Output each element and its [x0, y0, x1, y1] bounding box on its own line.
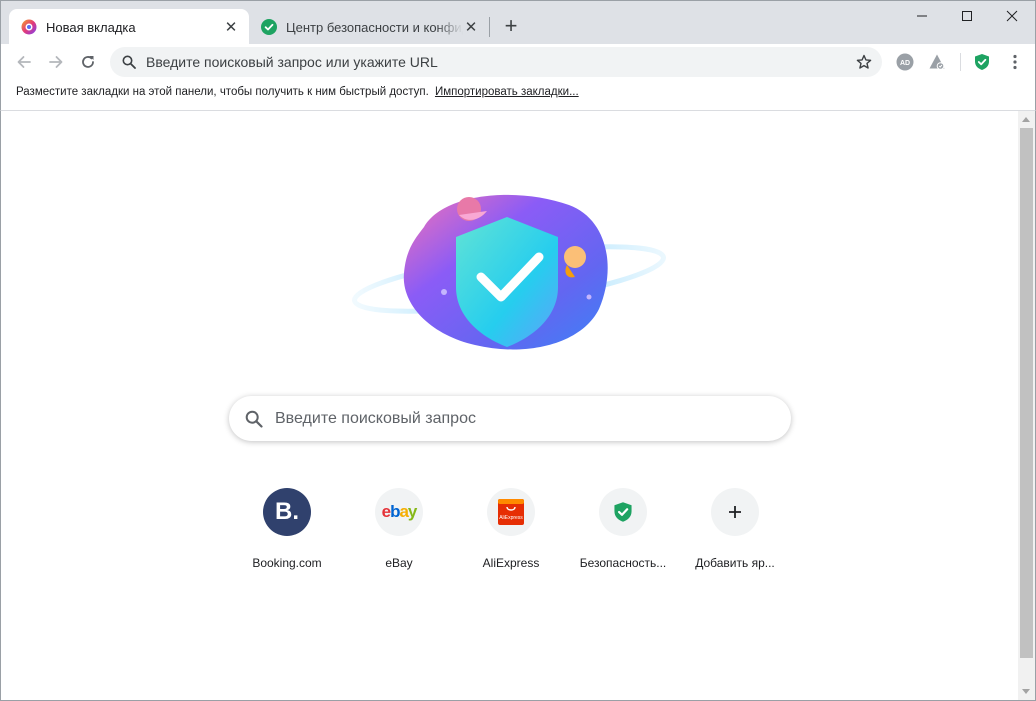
- security-shield-icon: [975, 54, 989, 70]
- scroll-down-icon[interactable]: [1022, 689, 1030, 694]
- adblock-extension-button[interactable]: AD: [894, 51, 916, 73]
- bookmarks-bar: Разместите закладки на этой панели, чтоб…: [0, 80, 1036, 111]
- shortcut-booking[interactable]: B. Booking.com: [231, 488, 343, 578]
- shortcut-label: Добавить яр...: [695, 556, 775, 570]
- privacy-extension-button[interactable]: [926, 51, 948, 73]
- bookmarks-bar-message: Разместите закладки на этой панели, чтоб…: [16, 86, 429, 98]
- new-tab-page: Введите поисковый запрос B. Booking.com …: [0, 111, 1036, 701]
- star-icon[interactable]: [856, 54, 872, 70]
- security-illustration: [351, 194, 667, 350]
- ebay-logo-text: ebay: [381, 502, 418, 521]
- tab-security-center[interactable]: Центр безопасности и конфиденциальности …: [251, 9, 489, 45]
- shortcut-add[interactable]: Добавить яр...: [679, 488, 791, 578]
- arrow-left-icon: [17, 56, 31, 68]
- omnibox[interactable]: Введите поисковый запрос или укажите URL: [110, 47, 882, 77]
- svg-text:AD: AD: [900, 60, 910, 67]
- shortcut-security[interactable]: Безопасность...: [567, 488, 679, 578]
- shortcut-aliexpress[interactable]: AliExpress AliExpress: [455, 488, 567, 578]
- back-button[interactable]: [10, 48, 38, 76]
- maximize-icon: [962, 11, 972, 21]
- minimize-icon: [917, 15, 927, 17]
- close-icon[interactable]: ✕: [463, 19, 479, 36]
- tab-separator: [489, 17, 490, 37]
- adblock-icon: AD: [896, 53, 914, 71]
- import-bookmarks-link[interactable]: Импортировать закладки...: [435, 86, 579, 98]
- plus-icon: [711, 488, 759, 536]
- ebay-logo-icon: ebay: [375, 488, 423, 536]
- shortcut-label: Booking.com: [252, 556, 322, 570]
- forward-button[interactable]: [42, 48, 70, 76]
- arrow-right-icon: [49, 56, 63, 68]
- toolbar: Введите поисковый запрос или укажите URL…: [0, 44, 1036, 80]
- search-box[interactable]: Введите поисковый запрос: [229, 396, 791, 441]
- browser-logo-icon: [21, 19, 37, 35]
- shortcut-label: Безопасность...: [579, 556, 667, 570]
- new-tab-button[interactable]: +: [499, 13, 523, 38]
- aliexpress-logo-icon: AliExpress: [487, 488, 535, 536]
- scrollbar-thumb[interactable]: [1020, 128, 1033, 658]
- shortcut-ebay[interactable]: ebay eBay: [343, 488, 455, 578]
- menu-kebab-icon: [1013, 54, 1017, 70]
- close-icon: [1006, 10, 1018, 22]
- omnibox-placeholder: Введите поисковый запрос или укажите URL: [146, 54, 438, 70]
- search-icon: [122, 55, 136, 69]
- tab-label: Центр безопасности и конфиденциальности: [286, 19, 463, 35]
- security-extension-button[interactable]: [971, 51, 993, 73]
- reload-button[interactable]: [74, 48, 102, 76]
- tab-new-tab[interactable]: Новая вкладка ✕: [9, 9, 249, 45]
- booking-logo-icon: B.: [263, 488, 311, 536]
- tab-label: Новая вкладка: [46, 19, 136, 35]
- title-bar: Новая вкладка ✕ Центр безопасности и кон…: [0, 0, 1036, 45]
- minimize-button[interactable]: [899, 1, 945, 31]
- toolbar-separator: [960, 53, 961, 71]
- window-close-button[interactable]: [989, 1, 1035, 31]
- close-icon[interactable]: ✕: [223, 19, 239, 36]
- search-placeholder: Введите поисковый запрос: [275, 409, 476, 427]
- vertical-scrollbar[interactable]: [1018, 111, 1035, 700]
- shortcut-label: AliExpress: [482, 556, 540, 570]
- aliexpress-logo-text: AliExpress: [499, 515, 523, 521]
- booking-logo-text: B.: [275, 498, 299, 525]
- menu-button[interactable]: [1004, 51, 1026, 73]
- privacy-extension-icon: [929, 54, 945, 70]
- reload-icon: [82, 56, 94, 68]
- shield-check-icon: [261, 19, 277, 35]
- security-shield-icon: [599, 488, 647, 536]
- shortcut-label: eBay: [385, 556, 413, 570]
- search-icon: [245, 410, 263, 428]
- scroll-up-icon[interactable]: [1022, 117, 1030, 122]
- maximize-button[interactable]: [944, 1, 990, 31]
